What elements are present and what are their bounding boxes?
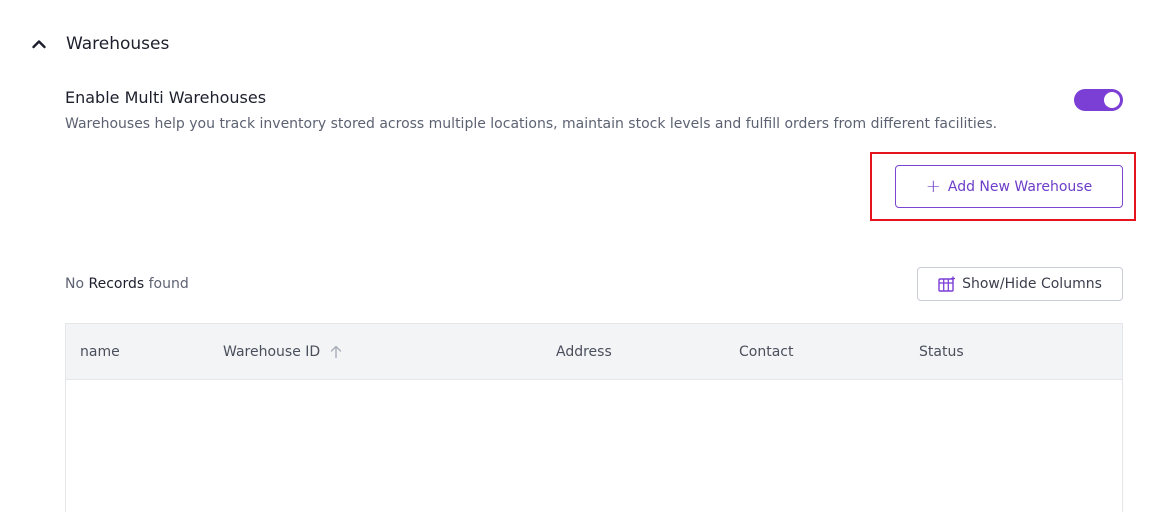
column-header-status[interactable]: Status: [919, 324, 964, 379]
plus-icon: +: [925, 175, 941, 197]
add-new-warehouse-label: Add New Warehouse: [947, 178, 1093, 195]
add-new-warehouse-button[interactable]: + Add New Warehouse: [895, 165, 1123, 208]
toggle-knob: [1104, 92, 1120, 108]
setting-description: Warehouses help you track inventory stor…: [65, 116, 998, 132]
records-status: No Records found: [65, 276, 189, 292]
columns-icon: [938, 276, 956, 292]
column-header-name[interactable]: name: [80, 324, 120, 379]
warehouses-settings-page: Warehouses Enable Multi Warehouses Wareh…: [0, 0, 1154, 512]
records-prefix: No: [65, 276, 85, 292]
records-strong: Records: [88, 276, 145, 292]
section-header: Warehouses: [30, 32, 169, 56]
setting-title: Enable Multi Warehouses: [65, 88, 267, 107]
column-header-warehouse-id[interactable]: Warehouse ID: [223, 324, 342, 379]
section-title: Warehouses: [66, 34, 170, 54]
sort-arrow-up-icon[interactable]: [330, 345, 342, 359]
multi-warehouse-toggle[interactable]: [1074, 89, 1123, 111]
records-suffix: found: [148, 276, 189, 292]
column-header-address[interactable]: Address: [556, 324, 612, 379]
warehouses-table: name Warehouse ID Address Contact Status: [65, 323, 1123, 512]
chevron-up-icon[interactable]: [30, 35, 48, 53]
table-header: name Warehouse ID Address Contact Status: [66, 324, 1122, 380]
column-header-warehouse-id-label: Warehouse ID: [223, 343, 321, 360]
show-hide-columns-button[interactable]: Show/Hide Columns: [917, 267, 1123, 301]
show-hide-columns-label: Show/Hide Columns: [962, 276, 1102, 292]
column-header-contact[interactable]: Contact: [739, 324, 793, 379]
